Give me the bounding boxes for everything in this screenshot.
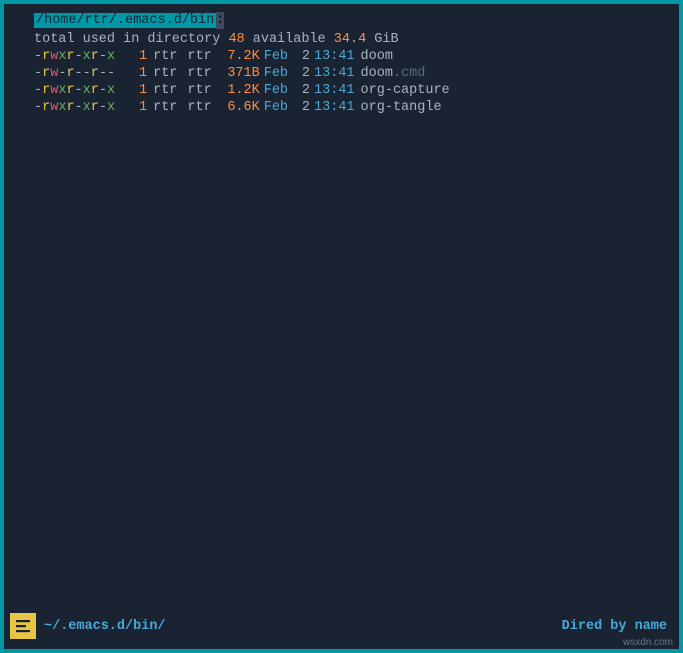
- file-link-count: 1: [123, 82, 147, 99]
- file-group: rtr: [187, 65, 211, 82]
- dired-summary: total used in directory 48 available 34.…: [4, 31, 679, 48]
- file-date-day: 2: [292, 48, 310, 65]
- file-owner: rtr: [153, 48, 177, 65]
- dired-buffer[interactable]: /home/rtr/.emacs.d/bin: total used in di…: [4, 4, 679, 611]
- file-date-day: 2: [292, 99, 310, 116]
- file-link-count: 1: [123, 99, 147, 116]
- file-owner: rtr: [153, 65, 177, 82]
- file-size: 371B: [212, 65, 260, 82]
- file-name[interactable]: org-capture: [361, 82, 450, 99]
- menu-icon[interactable]: [10, 613, 36, 639]
- file-size: 6.6K: [212, 99, 260, 116]
- file-row[interactable]: -rwxr-xr-x1rtrrtr1.2KFeb213:41org-captur…: [4, 82, 679, 99]
- file-date-day: 2: [292, 65, 310, 82]
- file-owner: rtr: [153, 99, 177, 116]
- file-row[interactable]: -rw-r--r--1rtrrtr371BFeb213:41doom.cmd: [4, 65, 679, 82]
- file-group: rtr: [187, 82, 211, 99]
- file-owner: rtr: [153, 82, 177, 99]
- minibuffer[interactable]: [4, 641, 679, 649]
- file-name[interactable]: doom.cmd: [361, 65, 426, 82]
- file-name[interactable]: doom: [361, 48, 393, 65]
- file-date-month: Feb: [264, 48, 288, 65]
- file-row[interactable]: -rwxr-xr-x1rtrrtr7.2KFeb213:41doom: [4, 48, 679, 65]
- modeline-major-mode: Dired by name: [562, 618, 667, 635]
- dired-path-header: /home/rtr/.emacs.d/bin:: [4, 12, 679, 29]
- modeline-buffer-path: ~/.emacs.d/bin/: [44, 618, 166, 635]
- file-date-month: Feb: [264, 82, 288, 99]
- file-group: rtr: [187, 99, 211, 116]
- current-directory-path: /home/rtr/.emacs.d/bin: [34, 13, 216, 28]
- file-group: rtr: [187, 48, 211, 65]
- file-date-time: 13:41: [314, 82, 355, 99]
- file-list: -rwxr-xr-x1rtrrtr7.2KFeb213:41doom-rw-r-…: [4, 48, 679, 116]
- file-size: 7.2K: [212, 48, 260, 65]
- file-date-time: 13:41: [314, 65, 355, 82]
- file-name[interactable]: org-tangle: [361, 99, 442, 116]
- watermark: wsxdn.com: [623, 634, 673, 651]
- file-date-month: Feb: [264, 65, 288, 82]
- file-date-month: Feb: [264, 99, 288, 116]
- file-link-count: 1: [123, 48, 147, 65]
- file-permissions: -rwxr-xr-x: [34, 99, 115, 116]
- file-permissions: -rwxr-xr-x: [34, 48, 115, 65]
- file-date-time: 13:41: [314, 99, 355, 116]
- file-permissions: -rw-r--r--: [34, 65, 115, 82]
- file-permissions: -rwxr-xr-x: [34, 82, 115, 99]
- modeline: ~/.emacs.d/bin/ Dired by name: [4, 611, 679, 641]
- file-size: 1.2K: [212, 82, 260, 99]
- file-date-day: 2: [292, 82, 310, 99]
- file-extension: .cmd: [393, 66, 425, 81]
- file-row[interactable]: -rwxr-xr-x1rtrrtr6.6KFeb213:41org-tangle: [4, 99, 679, 116]
- cursor: :: [216, 12, 224, 29]
- file-date-time: 13:41: [314, 48, 355, 65]
- file-link-count: 1: [123, 65, 147, 82]
